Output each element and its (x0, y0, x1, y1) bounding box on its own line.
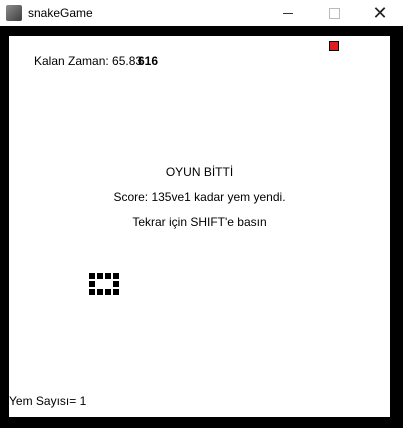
restart-hint: Tekrar için SHIFT'e basın (132, 215, 267, 229)
snake-segment (89, 281, 95, 287)
score-text: Score: 135ve1 kadar yem yendi. (113, 190, 286, 204)
food-item (329, 41, 339, 51)
title-bar: snakeGame ✕ (0, 0, 403, 26)
snake-segment (113, 273, 119, 279)
app-icon (6, 5, 22, 21)
snake-segment (89, 289, 95, 295)
snake-segment (97, 273, 103, 279)
close-button[interactable]: ✕ (357, 0, 403, 26)
game-canvas[interactable]: Kalan Zaman: 65.83 616 OYUN BİTTİ Score:… (9, 36, 390, 417)
game-over-title: OYUN BİTTİ (165, 165, 234, 179)
window-controls: ✕ (265, 0, 403, 26)
maximize-icon (328, 7, 340, 19)
snake-segment (105, 289, 111, 295)
snake-segment (89, 273, 95, 279)
close-icon: ✕ (372, 2, 388, 24)
window-title: snakeGame (28, 6, 93, 20)
maximize-button[interactable] (311, 0, 357, 26)
food-count: Yem Sayısı= 1 (9, 394, 87, 408)
snake-segment (113, 289, 119, 295)
minimize-button[interactable] (265, 0, 311, 26)
game-frame: Kalan Zaman: 65.83 616 OYUN BİTTİ Score:… (0, 26, 403, 428)
snake-segment (97, 289, 103, 295)
snake-segment (105, 273, 111, 279)
snake-segment (113, 281, 119, 287)
remaining-time: Kalan Zaman: 65.83 616 (34, 54, 158, 68)
timer-overlap-digits: 616 (138, 54, 159, 68)
minimize-icon (283, 12, 293, 14)
timer-label: Kalan Zaman: 65.83 (34, 54, 143, 68)
